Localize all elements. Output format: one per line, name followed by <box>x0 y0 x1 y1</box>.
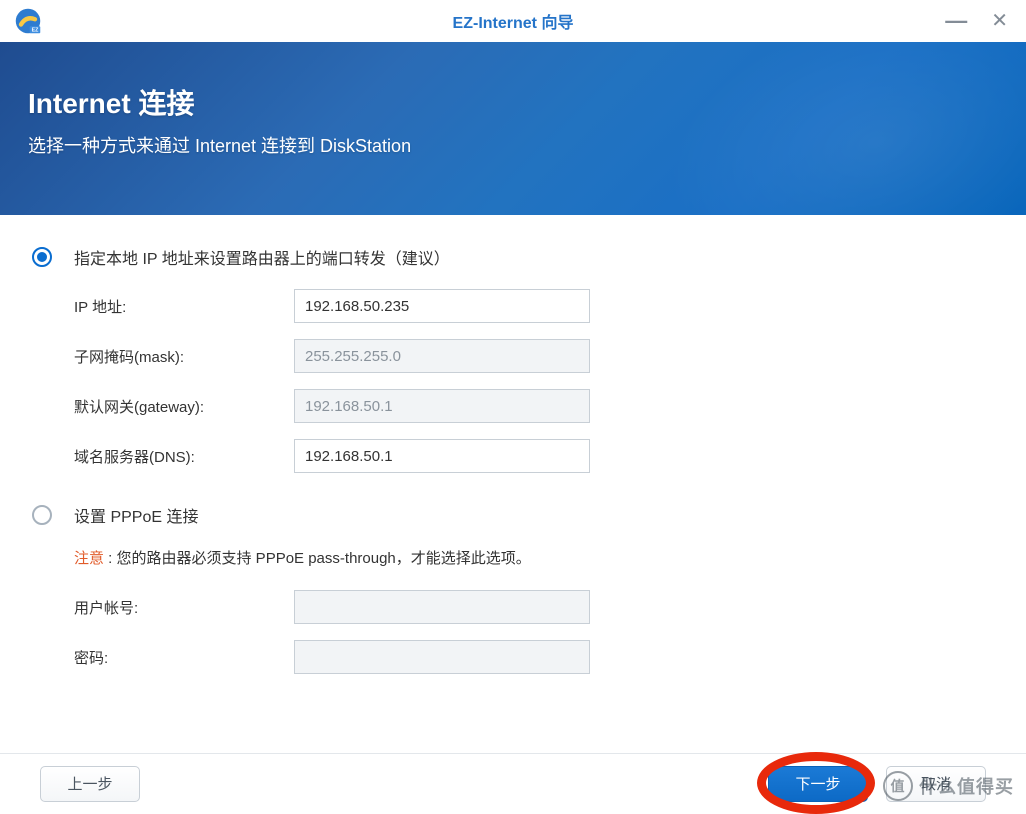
mask-input <box>294 339 590 373</box>
username-input <box>294 590 590 624</box>
radio-pppoe[interactable] <box>32 505 52 525</box>
minimize-button[interactable]: — <box>945 10 967 32</box>
mask-label: 子网掩码(mask): <box>74 346 294 367</box>
content-area: 指定本地 IP 地址来设置路由器上的端口转发（建议） IP 地址: 子网掩码(m… <box>0 215 1026 674</box>
username-label: 用户帐号: <box>74 597 294 618</box>
gateway-label: 默认网关(gateway): <box>74 396 294 417</box>
dns-label: 域名服务器(DNS): <box>74 446 294 467</box>
page-title: Internet 连接 <box>28 82 998 122</box>
notice-text: : 您的路由器必须支持 PPPoE pass-through，才能选择此选项。 <box>104 550 531 567</box>
port-forward-fields: IP 地址: 子网掩码(mask): 默认网关(gateway): 域名服务器(… <box>74 289 994 473</box>
page-subtitle: 选择一种方式来通过 Internet 连接到 DiskStation <box>28 132 998 158</box>
app-icon: EZ <box>14 7 42 35</box>
field-row-password: 密码: <box>74 640 994 674</box>
radio-label-port-forward: 指定本地 IP 地址来设置路由器上的端口转发（建议） <box>74 245 450 269</box>
ip-input[interactable] <box>294 289 590 323</box>
ip-label: IP 地址: <box>74 296 294 317</box>
option-port-forward[interactable]: 指定本地 IP 地址来设置路由器上的端口转发（建议） <box>32 245 994 269</box>
field-row-mask: 子网掩码(mask): <box>74 339 994 373</box>
footer: 上一步 下一步 取消 <box>0 753 1026 813</box>
pppoe-notice: 注意 : 您的路由器必须支持 PPPoE pass-through，才能选择此选… <box>74 547 994 568</box>
gateway-input <box>294 389 590 423</box>
header-banner: Internet 连接 选择一种方式来通过 Internet 连接到 DiskS… <box>0 42 1026 215</box>
password-label: 密码: <box>74 647 294 668</box>
window-title: EZ-Internet 向导 <box>0 9 1026 33</box>
back-button[interactable]: 上一步 <box>40 766 140 802</box>
field-row-username: 用户帐号: <box>74 590 994 624</box>
dns-input[interactable] <box>294 439 590 473</box>
notice-label: 注意 <box>74 550 104 567</box>
radio-label-pppoe: 设置 PPPoE 连接 <box>74 503 198 527</box>
field-row-dns: 域名服务器(DNS): <box>74 439 994 473</box>
field-row-gateway: 默认网关(gateway): <box>74 389 994 423</box>
cancel-button[interactable]: 取消 <box>886 766 986 802</box>
radio-port-forward[interactable] <box>32 247 52 267</box>
field-row-ip: IP 地址: <box>74 289 994 323</box>
close-button[interactable]: ✕ <box>991 11 1008 31</box>
next-button[interactable]: 下一步 <box>768 766 868 802</box>
option-pppoe[interactable]: 设置 PPPoE 连接 <box>32 503 994 527</box>
password-input <box>294 640 590 674</box>
svg-text:EZ: EZ <box>32 28 40 34</box>
titlebar: EZ EZ-Internet 向导 — ✕ <box>0 0 1026 42</box>
pppoe-fields: 用户帐号: 密码: <box>74 590 994 674</box>
